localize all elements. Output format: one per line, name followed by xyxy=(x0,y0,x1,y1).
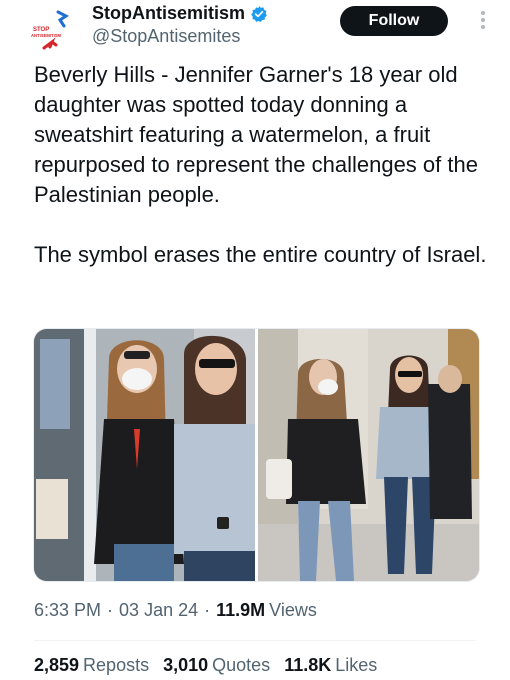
author-name-row: StopAntisemitism xyxy=(92,3,268,24)
photo-left[interactable] xyxy=(34,329,255,581)
tweet-date[interactable]: 03 Jan 24 xyxy=(119,600,198,621)
quotes-label: Quotes xyxy=(212,655,271,675)
divider xyxy=(34,640,476,641)
likes-label: Likes xyxy=(335,655,378,675)
meta-separator: · xyxy=(107,600,114,620)
tweet-paragraph: The symbol erases the entire country of … xyxy=(34,242,487,267)
tweet-meta: 6:33 PM · 03 Jan 24 · 11.9M Views xyxy=(34,600,317,621)
reposts-count: 2,859 xyxy=(34,655,80,675)
tweet-time[interactable]: 6:33 PM xyxy=(34,600,101,621)
engagement-stats: 2,859 Reposts 3,010 Quotes 11.8K Likes xyxy=(34,655,391,676)
photo-right[interactable] xyxy=(258,329,479,581)
views-label: Views xyxy=(269,600,317,620)
author-handle[interactable]: @StopAntisemites xyxy=(92,26,240,47)
quotes-count: 3,010 xyxy=(163,655,209,675)
media-grid[interactable] xyxy=(33,328,480,582)
author-display-name[interactable]: StopAntisemitism xyxy=(92,3,245,24)
meta-separator: · xyxy=(204,600,211,620)
likes-stat[interactable]: 11.8K Likes xyxy=(284,655,377,676)
photo-right-scene xyxy=(258,329,479,581)
likes-count: 11.8K xyxy=(284,655,332,675)
svg-text:ANTISEMITISM: ANTISEMITISM xyxy=(31,33,62,38)
reposts-label: Reposts xyxy=(83,655,150,675)
tweet-paragraph: Beverly Hills - Jennifer Garner's 18 yea… xyxy=(34,62,478,207)
views-count[interactable]: 11.9M xyxy=(216,600,265,621)
quotes-stat[interactable]: 3,010 Quotes xyxy=(163,655,270,676)
logo-icon: STOP ANTISEMITISM xyxy=(31,10,69,50)
photo-left-scene xyxy=(34,329,255,581)
more-icon[interactable] xyxy=(476,8,490,34)
tweet-text: Beverly Hills - Jennifer Garner's 18 yea… xyxy=(34,60,494,270)
verified-badge-icon xyxy=(251,5,267,22)
avatar[interactable]: STOP ANTISEMITISM xyxy=(30,10,76,50)
reposts-stat[interactable]: 2,859 Reposts xyxy=(34,655,149,676)
tweet-header: STOP ANTISEMITISM StopAntisemitism @Stop… xyxy=(0,0,510,56)
follow-button[interactable]: Follow xyxy=(340,6,448,36)
